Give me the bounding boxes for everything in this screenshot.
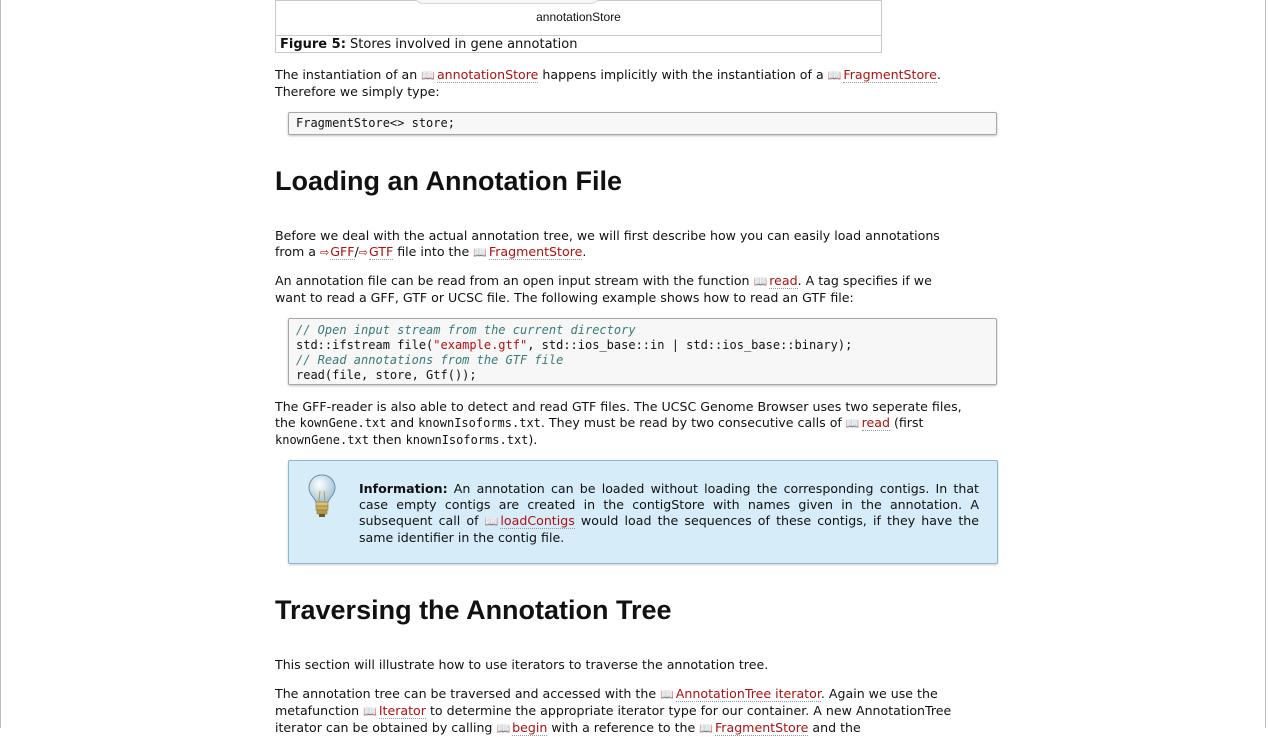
section-heading-loading: Loading an Annotation File: [275, 166, 622, 196]
book-icon: 📖: [827, 69, 842, 82]
info-label: Information:: [359, 481, 448, 496]
text: to determine the appropriate iterator ty…: [425, 703, 952, 718]
inline-code: knownIsoforms.txt: [418, 416, 541, 430]
link-fragmentstore[interactable]: FragmentStore: [843, 67, 937, 83]
book-icon: 📖: [660, 688, 674, 701]
inline-code: knownIsoforms.txt: [405, 433, 529, 447]
code-text: read(file, store, Gtf());: [296, 368, 477, 382]
caption-text: Stores involved in gene annotation: [345, 37, 578, 52]
information-box: Information: An annotation can be loaded…: [288, 460, 998, 564]
inline-code: kownGene.txt: [299, 416, 387, 430]
book-icon: 📖: [484, 515, 499, 528]
book-icon: 📖: [473, 246, 487, 259]
link-read[interactable]: read: [861, 415, 890, 431]
code-block-read-example: // Open input stream from the current di…: [288, 318, 997, 385]
paragraph-instantiation: The instantiation of an 📖 annotationStore…: [275, 67, 1015, 100]
code-comment: // Open input stream from the current di…: [296, 323, 636, 337]
text: file into the: [393, 244, 474, 259]
code-text: std::ifstream file(: [296, 338, 434, 352]
text: An annotation file can be read from an o…: [275, 273, 754, 288]
paragraph-load-intro: Before we deal with the actual annotatio…: [275, 228, 1015, 261]
code-block-fragmentstore: FragmentStore<> store;: [288, 112, 997, 135]
text: happens implicitly with the instantiatio…: [538, 67, 828, 82]
book-icon: 📖: [496, 722, 511, 735]
text: then: [368, 432, 406, 447]
code-text: , std::ios_base::in | std::ios_base::bin…: [527, 338, 853, 352]
section-heading-traversing: Traversing the Annotation Tree: [275, 595, 672, 625]
text: Before we deal with the actual annotatio…: [275, 228, 940, 243]
external-arrow-icon: ⇨: [358, 246, 368, 259]
figure-5: annotationStore Figure 5: Stores involve…: [275, 0, 882, 53]
book-icon: 📖: [363, 705, 377, 718]
text: . Again we use the: [820, 686, 938, 701]
code-line: FragmentStore<> store;: [296, 116, 455, 130]
caption-label: Figure 5:: [280, 37, 346, 52]
text: Therefore we simply type:: [275, 84, 440, 99]
inline-code: knownGene.txt: [275, 433, 369, 447]
text: .: [936, 67, 941, 82]
link-begin[interactable]: begin: [512, 720, 548, 736]
book-icon: 📖: [421, 69, 435, 82]
text: from a: [275, 244, 321, 259]
text: The GFF-reader is also able to detect an…: [275, 399, 962, 414]
link-gff[interactable]: GFF: [330, 244, 355, 260]
external-arrow-icon: ⇨: [320, 246, 330, 259]
paragraph-traverse-intro: This section will illustrate how to use …: [275, 657, 769, 672]
text: and: [386, 415, 419, 430]
information-text: Information: An annotation can be loaded…: [359, 481, 979, 546]
text: the: [275, 415, 300, 430]
book-icon: 📖: [699, 722, 713, 735]
store-label: annotationStore: [536, 10, 621, 24]
link-read[interactable]: read: [769, 273, 798, 289]
link-annotationtree-iterator[interactable]: AnnotationTree iterator: [675, 686, 821, 702]
lightbulb-icon: [308, 474, 336, 517]
store-shape: [414, 0, 600, 4]
link-annotationstore[interactable]: annotationStore: [436, 67, 539, 83]
text: The instantiation of an: [275, 67, 422, 82]
text: metafunction: [275, 703, 364, 718]
text: The annotation tree can be traversed and…: [275, 686, 661, 701]
text: . They must be read by two consecutive c…: [540, 415, 846, 430]
figure-image: annotationStore: [276, 0, 881, 36]
text: want to read a GFF, GTF or UCSC file. Th…: [275, 290, 854, 305]
book-icon: 📖: [753, 275, 768, 288]
book-icon: 📖: [845, 417, 860, 430]
text: ).: [528, 432, 538, 447]
paragraph-read-function: An annotation file can be read from an o…: [275, 273, 1015, 306]
link-gtf[interactable]: GTF: [368, 244, 394, 260]
figure-caption: Figure 5: Stores involved in gene annota…: [280, 37, 577, 53]
code-string: "example.gtf": [433, 338, 528, 352]
link-fragmentstore[interactable]: FragmentStore: [714, 720, 809, 736]
link-loadcontigs[interactable]: loadContigs: [500, 513, 575, 529]
text: (first: [889, 415, 924, 430]
text: . A tag specifies if we: [797, 273, 932, 288]
paragraph-annotationtree-iterator: The annotation tree can be traversed and…: [275, 686, 1015, 737]
link-fragmentstore[interactable]: FragmentStore: [488, 244, 583, 260]
paragraph-gff-reader: The GFF-reader is also able to detect an…: [275, 399, 1015, 448]
link-iterator[interactable]: Iterator: [378, 703, 426, 719]
text: .: [582, 244, 587, 259]
code-comment: // Read annotations from the GTF file: [296, 353, 564, 367]
